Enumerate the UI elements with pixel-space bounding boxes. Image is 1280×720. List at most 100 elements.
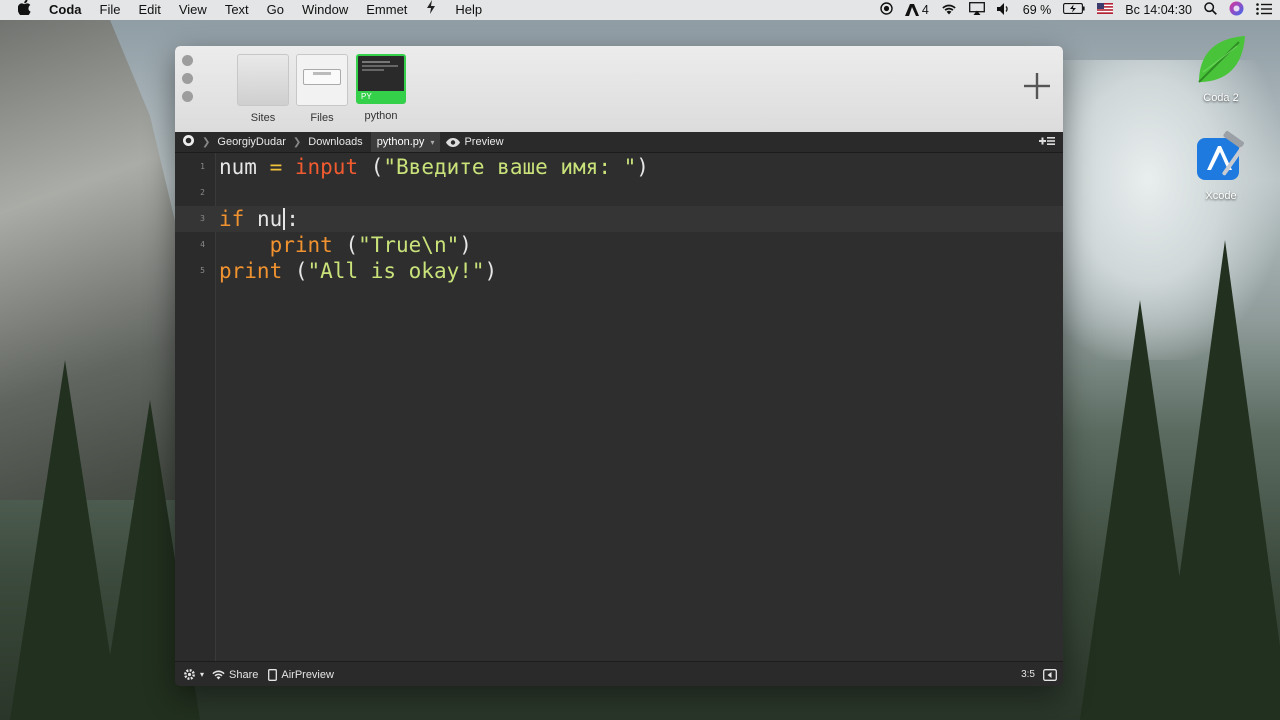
code-token: "All is okay!" xyxy=(307,259,485,283)
desktop-icon-label: Xcode xyxy=(1205,190,1237,202)
preview-button[interactable]: Preview xyxy=(440,132,509,152)
code-line[interactable]: 3 if nu: xyxy=(175,206,1063,232)
code-token: ( xyxy=(282,259,308,283)
record-icon[interactable] xyxy=(880,2,893,18)
status-bar: ▾ Share AirPreview 3:5 xyxy=(175,661,1063,686)
code-line[interactable]: 1 num = input ("Введите ваше имя: ") xyxy=(175,154,1063,180)
text-cursor xyxy=(283,208,286,230)
adobe-icon[interactable]: 4 xyxy=(904,3,929,17)
menu-view[interactable]: View xyxy=(170,0,216,20)
tab-label: Files xyxy=(310,112,334,124)
tab-python[interactable]: PY python xyxy=(355,54,407,122)
sites-icon xyxy=(237,54,289,106)
wifi-icon[interactable] xyxy=(941,3,957,18)
code-token: print xyxy=(219,259,283,283)
airplay-icon[interactable] xyxy=(968,2,985,18)
desktop-tree xyxy=(1160,240,1280,720)
chevron-right-icon: ❯ xyxy=(292,136,302,148)
desktop-icon-label: Coda 2 xyxy=(1203,92,1239,104)
menu-file[interactable]: File xyxy=(91,0,130,20)
code-editor[interactable]: 1 num = input ("Введите ваше имя: ") 2 3 if … xyxy=(175,153,1063,661)
chevron-down-icon: ▾ xyxy=(430,138,435,147)
window-toolbar: Sites Files PY python xyxy=(175,46,1063,133)
spotlight-search-icon[interactable] xyxy=(1204,2,1217,18)
menu-help[interactable]: Help xyxy=(446,0,491,20)
code-token: nu xyxy=(244,207,283,231)
minimize-window-button[interactable] xyxy=(182,73,193,84)
code-text: print ("True\n") xyxy=(219,232,472,258)
xcode-hammer-icon xyxy=(1193,130,1249,186)
add-split-icon[interactable] xyxy=(1039,135,1055,150)
breadcrumb-user[interactable]: GeorgiyDudar xyxy=(211,132,291,152)
chevron-down-icon: ▾ xyxy=(200,670,205,679)
code-token: if xyxy=(219,207,245,231)
sync-icon[interactable] xyxy=(175,132,201,152)
code-text: num = input ("Введите ваше имя: ") xyxy=(219,154,649,180)
line-number: 3 xyxy=(200,214,205,223)
code-text: print ("All is okay!") xyxy=(219,258,497,284)
tab-label: Sites xyxy=(250,112,276,124)
code-token: ) xyxy=(484,259,498,283)
breadcrumb-file[interactable]: python.py ▾ xyxy=(370,132,441,152)
breadcrumb-file-label: python.py xyxy=(376,136,425,148)
line-number: 4 xyxy=(200,240,205,249)
desktop-icon-xcode[interactable]: Xcode xyxy=(1181,130,1261,202)
settings-menu[interactable]: ▾ xyxy=(183,668,204,681)
us-flag-icon[interactable] xyxy=(1097,3,1114,17)
battery-percent[interactable]: 69 % xyxy=(1023,3,1052,17)
preview-label: Preview xyxy=(464,136,504,148)
code-token: ( xyxy=(332,233,359,257)
files-icon xyxy=(296,54,348,106)
close-window-button[interactable] xyxy=(182,55,193,66)
menu-window[interactable]: Window xyxy=(293,0,357,20)
menubar-clock[interactable]: Вс 14:04:30 xyxy=(1125,3,1192,17)
cursor-position-label: 3:5 xyxy=(1021,669,1035,680)
code-token: : xyxy=(286,207,299,231)
siri-icon[interactable] xyxy=(1229,1,1244,19)
menu-text[interactable]: Text xyxy=(216,0,258,20)
code-line[interactable]: 5 print ("All is okay!") xyxy=(175,258,1063,284)
desktop-icon-coda[interactable]: Coda 2 xyxy=(1181,32,1261,104)
gear-icon xyxy=(184,669,195,680)
python-file-icon: PY xyxy=(356,54,406,104)
apple-menu-icon[interactable] xyxy=(0,0,40,20)
volume-icon[interactable] xyxy=(996,2,1011,18)
share-button[interactable]: Share xyxy=(212,669,258,681)
coda-leaf-icon xyxy=(1193,32,1249,88)
code-token: ) xyxy=(459,233,472,257)
code-line[interactable]: 4 print ("True\n") xyxy=(175,232,1063,258)
code-text: if nu: xyxy=(219,206,299,232)
menu-bar: Coda File Edit View Text Go Window Emmet… xyxy=(0,0,1280,20)
zoom-window-button[interactable] xyxy=(182,91,193,102)
cursor-position: 3:5 xyxy=(1021,668,1057,681)
airpreview-button[interactable]: AirPreview xyxy=(268,669,334,681)
eye-icon xyxy=(446,137,461,147)
plus-icon[interactable] xyxy=(1023,72,1051,106)
line-number: 5 xyxy=(200,266,205,275)
code-token: print xyxy=(219,233,333,257)
code-line[interactable]: 2 xyxy=(175,180,1063,206)
code-token: "Введите ваше имя: " xyxy=(383,155,637,179)
device-icon xyxy=(268,668,278,681)
breadcrumb-downloads[interactable]: Downloads xyxy=(302,132,368,152)
airpreview-label: AirPreview xyxy=(281,668,334,681)
indent-icon xyxy=(1043,668,1057,681)
code-token: = xyxy=(256,155,295,179)
python-badge: PY xyxy=(358,91,404,102)
menu-edit[interactable]: Edit xyxy=(129,0,169,20)
script-icon[interactable] xyxy=(416,0,446,20)
code-token: "True\n" xyxy=(358,233,460,257)
adobe-count: 4 xyxy=(921,3,929,17)
tab-label: python xyxy=(364,110,398,122)
tab-sites[interactable]: Sites xyxy=(237,54,289,124)
notification-center-icon[interactable] xyxy=(1256,2,1272,18)
code-token: input xyxy=(294,155,359,179)
tab-files[interactable]: Files xyxy=(296,54,348,124)
path-bar: ❯ GeorgiyDudar ❯ Downloads python.py ▾ P… xyxy=(175,132,1063,153)
menu-emmet[interactable]: Emmet xyxy=(357,0,416,20)
share-label: Share xyxy=(229,668,259,681)
battery-icon[interactable] xyxy=(1063,3,1085,17)
code-token: num xyxy=(219,155,257,179)
menu-app-name[interactable]: Coda xyxy=(40,0,91,20)
menu-go[interactable]: Go xyxy=(258,0,293,20)
